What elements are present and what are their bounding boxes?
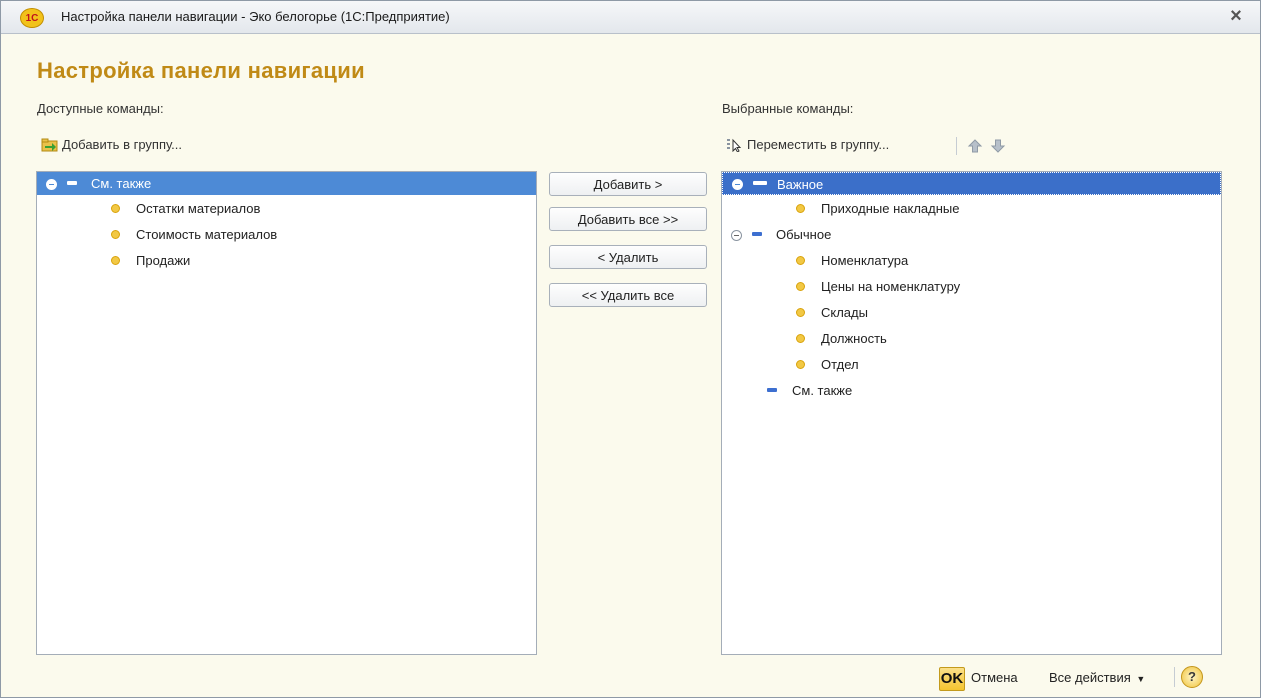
- collapse-icon[interactable]: [731, 230, 742, 241]
- available-commands-tree[interactable]: См. также Остатки материалов Стоимость м…: [36, 171, 537, 655]
- title-bar: 1С Настройка панели навигации - Эко бело…: [1, 1, 1260, 34]
- list-item-label: Склады: [821, 305, 868, 320]
- ok-button[interactable]: OK: [939, 667, 965, 691]
- list-item-label: Должность: [821, 331, 887, 346]
- page-title: Настройка панели навигации: [37, 58, 365, 83]
- move-down-icon[interactable]: [990, 138, 1006, 154]
- add-all-button[interactable]: Добавить все >>: [549, 207, 707, 231]
- dialog-window: 1С Настройка панели навигации - Эко бело…: [0, 0, 1261, 698]
- command-icon: [796, 360, 805, 369]
- command-icon: [796, 334, 805, 343]
- logo-text: 1С: [25, 12, 39, 24]
- close-icon[interactable]: ×: [1226, 6, 1246, 26]
- selected-commands-label: Выбранные команды:: [722, 101, 854, 116]
- command-icon: [111, 204, 120, 213]
- group-icon: [767, 388, 777, 392]
- move-up-icon[interactable]: [967, 138, 983, 154]
- group-icon: [67, 181, 77, 185]
- help-icon[interactable]: ?: [1181, 666, 1203, 688]
- add-button[interactable]: Добавить >: [549, 172, 707, 196]
- list-item-label: Цены на номенклатуру: [821, 279, 961, 294]
- list-item-label: Стоимость материалов: [136, 227, 278, 242]
- group-icon: [752, 232, 762, 236]
- all-actions-button[interactable]: Все действия ▼: [1049, 670, 1145, 685]
- command-icon: [111, 230, 120, 239]
- move-to-group-icon: [726, 138, 744, 153]
- command-icon: [796, 256, 805, 265]
- list-item-label: Номенклатура: [821, 253, 909, 268]
- list-item-label: Отдел: [821, 357, 859, 372]
- tree-group-see-also[interactable]: См. также: [37, 172, 536, 195]
- list-item-label: Остатки материалов: [136, 201, 261, 216]
- tree-group-label: Обычное: [776, 227, 832, 242]
- selected-commands-tree[interactable]: Важное Приходные накладные Обычное Номен…: [721, 171, 1222, 655]
- tree-group-important[interactable]: Важное: [722, 172, 1221, 195]
- command-icon: [796, 282, 805, 291]
- cancel-button[interactable]: Отмена: [971, 670, 1018, 685]
- 1c-logo-icon: 1С: [20, 8, 44, 28]
- all-actions-label: Все действия: [1049, 670, 1131, 685]
- tree-group-label: См. также: [792, 383, 853, 398]
- add-to-group-icon: [41, 138, 59, 152]
- window-title: Настройка панели навигации - Эко белогор…: [61, 9, 450, 24]
- tree-group-label: Важное: [777, 177, 824, 192]
- remove-all-button[interactable]: << Удалить все: [549, 283, 707, 307]
- add-to-group-button[interactable]: Добавить в группу...: [41, 137, 182, 152]
- command-icon: [111, 256, 120, 265]
- remove-button[interactable]: < Удалить: [549, 245, 707, 269]
- collapse-icon[interactable]: [46, 179, 57, 190]
- list-item-label: Продажи: [136, 253, 191, 268]
- move-to-group-label: Переместить в группу...: [747, 137, 890, 152]
- available-commands-label: Доступные команды:: [37, 101, 164, 116]
- list-item-label: Приходные накладные: [821, 201, 960, 216]
- tree-group-label: См. также: [91, 176, 152, 191]
- dropdown-arrow-icon: ▼: [1136, 674, 1146, 684]
- move-to-group-button[interactable]: Переместить в группу...: [726, 137, 890, 153]
- command-icon: [796, 308, 805, 317]
- add-to-group-label: Добавить в группу...: [62, 137, 183, 152]
- group-icon: [753, 181, 767, 185]
- footer-divider: [1174, 667, 1175, 687]
- command-icon: [796, 204, 805, 213]
- toolbar-divider: [956, 137, 957, 155]
- collapse-icon[interactable]: [732, 179, 743, 190]
